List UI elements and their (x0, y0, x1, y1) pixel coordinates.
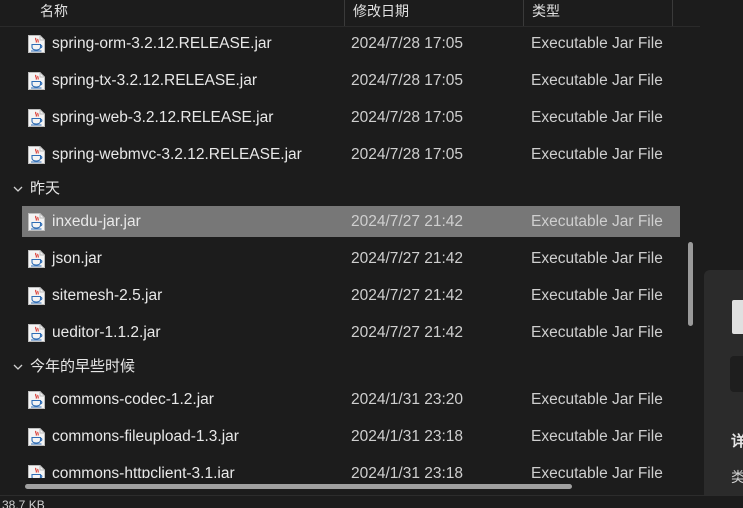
details-pane: 详 类 (704, 270, 743, 495)
vertical-scrollbar[interactable] (686, 0, 696, 495)
file-type: Executable Jar File (531, 146, 663, 163)
file-date-modified: 2024/7/28 17:05 (351, 35, 464, 52)
java-jar-icon (28, 109, 45, 127)
file-date-modified: 2024/1/31 23:18 (351, 428, 464, 445)
file-type: Executable Jar File (531, 35, 663, 52)
column-header-row: 名称 修改日期 类型 (0, 0, 700, 27)
java-jar-icon (28, 213, 45, 231)
vertical-scrollbar-thumb[interactable] (688, 242, 693, 326)
column-header-type[interactable]: 类型 (523, 0, 673, 26)
file-list: spring-orm-3.2.12.RELEASE.jar 2024/7/28 1… (0, 28, 690, 495)
file-name: spring-web-3.2.12.RELEASE.jar (52, 109, 274, 126)
file-name: spring-orm-3.2.12.RELEASE.jar (52, 35, 272, 52)
file-date-modified: 2024/7/27 21:42 (351, 250, 464, 267)
file-date-modified: 2024/7/28 17:05 (351, 72, 464, 89)
file-date-modified: 2024/7/27 21:42 (351, 213, 464, 230)
details-heading: 详 (731, 433, 743, 450)
java-jar-icon (28, 391, 45, 409)
file-type: Executable Jar File (531, 287, 663, 304)
group-header[interactable]: 今年的早些时候 (0, 354, 690, 384)
file-date-modified: 2024/7/28 17:05 (351, 146, 464, 163)
file-name: ueditor-1.1.2.jar (52, 324, 161, 341)
file-date-modified: 2024/7/28 17:05 (351, 109, 464, 126)
file-date-modified: 2024/7/27 21:42 (351, 287, 464, 304)
chevron-down-icon[interactable] (11, 182, 25, 196)
file-list-panel: 名称 修改日期 类型 spring-orm-3.2.12.RELEASE.jar… (0, 0, 700, 495)
file-row[interactable]: spring-webmvc-3.2.12.RELEASE.jar 2024/7/2… (0, 139, 690, 176)
java-jar-icon (28, 146, 45, 164)
file-name: commons-codec-1.2.jar (52, 391, 214, 408)
java-jar-icon (28, 72, 45, 90)
java-jar-icon (28, 250, 45, 268)
column-header-name[interactable]: 名称 (32, 0, 344, 26)
file-type: Executable Jar File (531, 213, 663, 230)
column-header-date-modified[interactable]: 修改日期 (344, 0, 524, 26)
file-row[interactable]: commons-fileupload-1.3.jar 2024/1/31 23:1… (0, 421, 690, 458)
horizontal-scrollbar[interactable] (0, 478, 690, 495)
group-label: 今年的早些时候 (30, 358, 136, 375)
file-type: Executable Jar File (531, 250, 663, 267)
details-file-thumbnail (732, 300, 743, 334)
file-row[interactable]: spring-tx-3.2.12.RELEASE.jar 2024/7/28 17… (0, 65, 690, 102)
horizontal-scrollbar-thumb[interactable] (25, 484, 572, 489)
file-name: json.jar (52, 250, 102, 267)
group-label: 昨天 (30, 180, 61, 197)
file-row[interactable]: json.jar 2024/7/27 21:42 Executable Jar Fi… (0, 243, 690, 280)
java-jar-icon (28, 287, 45, 305)
file-row[interactable]: inxedu-jar.jar 2024/7/27 21:42 Executable … (0, 206, 690, 243)
file-name: commons-fileupload-1.3.jar (52, 428, 239, 445)
file-type: Executable Jar File (531, 109, 663, 126)
file-type: Executable Jar File (531, 391, 663, 408)
file-type: Executable Jar File (531, 428, 663, 445)
file-row[interactable]: spring-web-3.2.12.RELEASE.jar 2024/7/28 1… (0, 102, 690, 139)
status-bar: i 38.7 KB (0, 495, 743, 508)
file-name: spring-tx-3.2.12.RELEASE.jar (52, 72, 258, 89)
file-name: sitemesh-2.5.jar (52, 287, 163, 304)
details-type-label: 类 (731, 469, 743, 485)
chevron-down-icon[interactable] (11, 360, 25, 374)
file-name: inxedu-jar.jar (52, 213, 141, 230)
file-name: spring-webmvc-3.2.12.RELEASE.jar (52, 146, 302, 163)
java-jar-icon (28, 324, 45, 342)
file-explorer-window: 名称 修改日期 类型 spring-orm-3.2.12.RELEASE.jar… (0, 0, 743, 508)
file-date-modified: 2024/1/31 23:20 (351, 391, 464, 408)
file-type: Executable Jar File (531, 324, 663, 341)
file-type: Executable Jar File (531, 72, 663, 89)
java-jar-icon (28, 428, 45, 446)
file-row[interactable]: sitemesh-2.5.jar 2024/7/27 21:42 Executabl… (0, 280, 690, 317)
group-header[interactable]: 昨天 (0, 176, 690, 206)
file-row[interactable]: spring-orm-3.2.12.RELEASE.jar 2024/7/28 1… (0, 28, 690, 65)
file-date-modified: 2024/7/27 21:42 (351, 324, 464, 341)
file-row[interactable]: ueditor-1.1.2.jar 2024/7/27 21:42 Executab… (0, 317, 690, 354)
status-size-text: i 38.7 KB (0, 498, 45, 508)
java-jar-icon (28, 35, 45, 53)
file-row[interactable]: commons-codec-1.2.jar 2024/1/31 23:20 Exec… (0, 384, 690, 421)
details-preview-box (730, 356, 743, 392)
